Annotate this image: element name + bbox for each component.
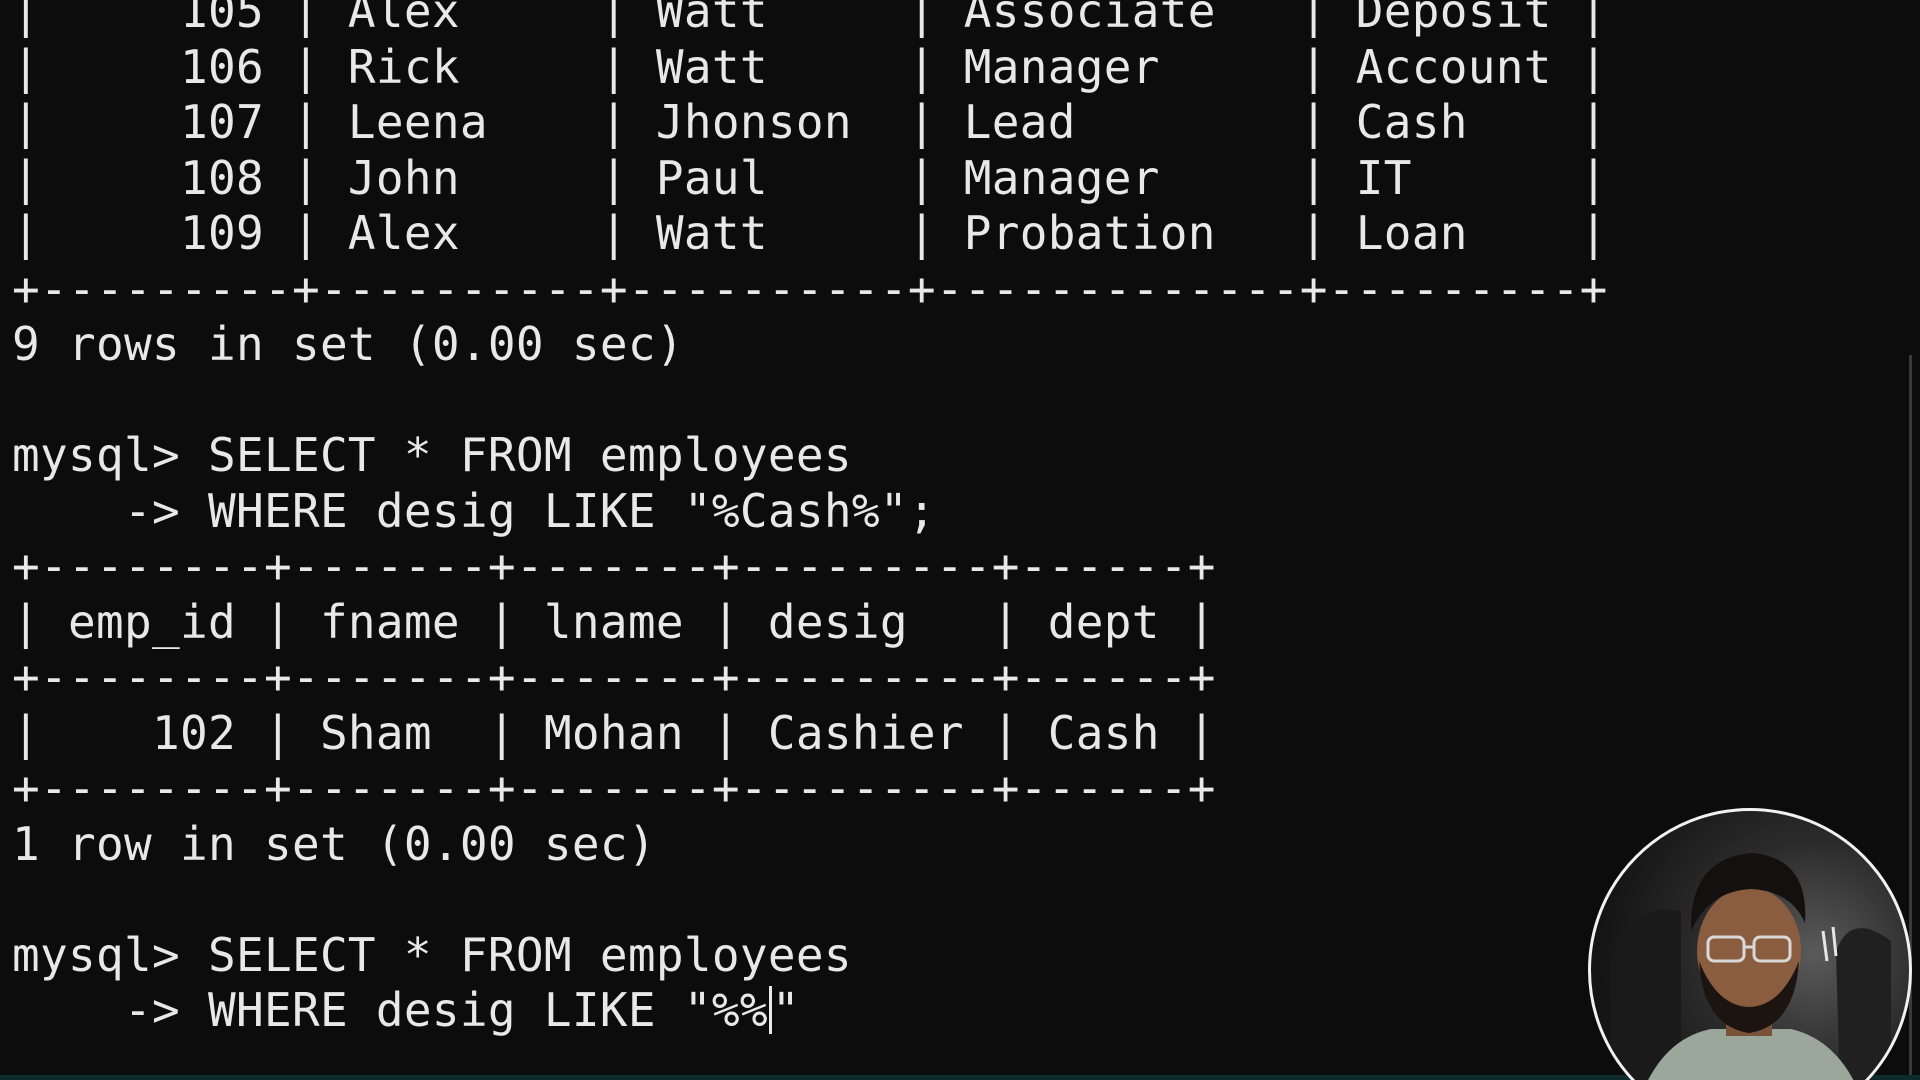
- current-input-suffix: ": [771, 983, 800, 1037]
- chair-right: [1836, 928, 1891, 1080]
- table-row-102: | 102 | Sham | Mohan | Cashier | Cash |: [12, 705, 1216, 760]
- terminal-window: | 105 | Alex | Watt | Associate | Deposi…: [0, 0, 1920, 1080]
- presenter-webcam-overlay: [1588, 808, 1912, 1080]
- table-border-bottom: +---------+----------+----------+-------…: [12, 261, 1608, 316]
- terminal-output[interactable]: | 105 | Alex | Watt | Associate | Deposi…: [12, 0, 1608, 1039]
- current-input-line[interactable]: -> WHERE desig LIKE "%%": [12, 983, 1608, 1039]
- table-row-106: | 106 | Rick | Watt | Manager | Account …: [12, 39, 1608, 94]
- table-border-header: +--------+-------+-------+---------+----…: [12, 650, 1216, 704]
- query-line-2: -> WHERE desig LIKE "%Cash%";: [12, 483, 936, 538]
- background-light: [1831, 926, 1838, 957]
- query-line-1: mysql> SELECT * FROM employees: [12, 927, 852, 982]
- query-line-1: mysql> SELECT * FROM employees: [12, 428, 852, 482]
- table-row-109: | 109 | Alex | Watt | Probation | Loan |: [12, 206, 1608, 260]
- current-input-text: -> WHERE desig LIKE "%%: [12, 983, 768, 1037]
- table-row-105: | 105 | Alex | Watt | Associate | Deposi…: [12, 0, 1608, 38]
- table-border-bottom: +--------+-------+-------+---------+----…: [12, 761, 1216, 815]
- presenter-illustration: [1611, 853, 1891, 1080]
- result-summary: 9 rows in set (0.00 sec): [12, 317, 684, 371]
- table-row-107: | 107 | Leena | Jhonson | Lead | Cash |: [12, 95, 1608, 149]
- result-summary: 1 row in set (0.00 sec): [12, 816, 656, 871]
- table-border-top: +--------+-------+-------+---------+----…: [12, 539, 1216, 593]
- background-light: [1821, 930, 1829, 962]
- table-row-108: | 108 | John | Paul | Manager | IT |: [12, 150, 1608, 205]
- table-header-row: | emp_id | fname | lname | desig | dept …: [12, 594, 1216, 649]
